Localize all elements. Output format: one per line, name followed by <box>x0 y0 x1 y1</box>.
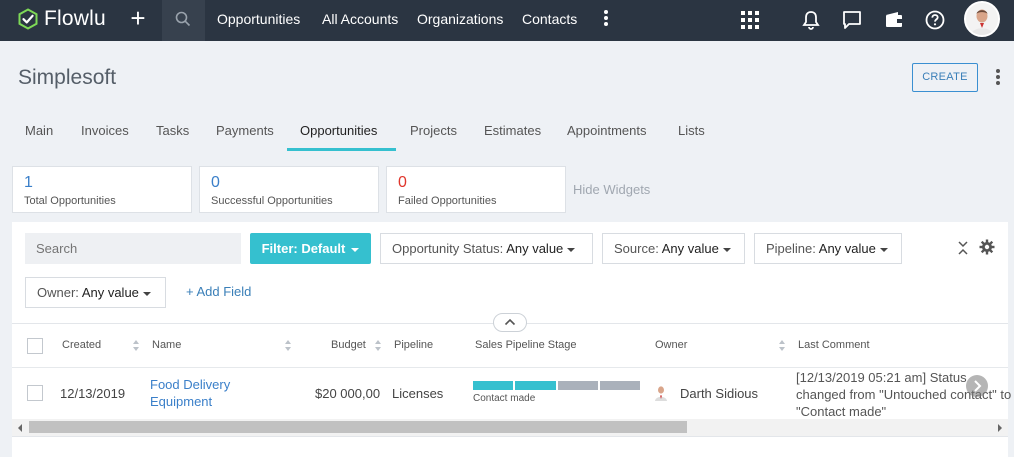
user-photo-icon <box>966 3 998 35</box>
tab-invoices[interactable]: Invoices <box>81 123 129 138</box>
more-vertical-icon[interactable] <box>600 10 612 30</box>
widget-failed-opportunities[interactable]: 0 Failed Opportunities <box>386 166 566 213</box>
chevron-up-icon <box>504 318 516 326</box>
column-header-name[interactable]: Name <box>152 339 181 351</box>
page-title: Simplesoft <box>18 66 117 89</box>
cell-created: 12/13/2019 <box>60 386 126 401</box>
active-tab-indicator <box>287 148 396 151</box>
scroll-right-button[interactable] <box>966 375 988 397</box>
column-header-last-comment[interactable]: Last Comment <box>798 339 870 351</box>
tab-projects[interactable]: Projects <box>410 123 457 138</box>
stage-segment <box>473 381 514 390</box>
plus-icon[interactable]: + <box>126 5 150 31</box>
filter-label: Filter: Default <box>261 241 346 256</box>
stage-label: Contact made <box>473 393 536 404</box>
collapse-filters-toggle[interactable] <box>493 313 527 332</box>
header-divider <box>12 367 1008 368</box>
gear-icon[interactable] <box>979 239 995 255</box>
help-icon[interactable] <box>924 9 946 31</box>
dropdown-value: Any value <box>81 285 139 300</box>
tab-tasks[interactable]: Tasks <box>156 123 189 138</box>
stage-segment <box>515 381 556 390</box>
pipeline-dropdown[interactable]: Pipeline: Any value <box>754 233 902 264</box>
sort-icon[interactable] <box>779 340 785 352</box>
chevron-down-icon <box>879 247 888 252</box>
chat-icon[interactable] <box>841 9 863 31</box>
sort-icon[interactable] <box>285 340 291 352</box>
table-bottom-border <box>12 436 1008 437</box>
chevron-right-icon <box>974 380 982 392</box>
owner-dropdown[interactable]: Owner: Any value <box>25 277 166 308</box>
nav-search-button[interactable] <box>162 0 205 41</box>
create-button[interactable]: CREATE <box>912 63 978 92</box>
stage-segment <box>599 381 640 390</box>
widget-value: 0 <box>398 174 407 191</box>
column-header-sales-pipeline-stage[interactable]: Sales Pipeline Stage <box>475 339 577 351</box>
apps-grid-icon[interactable] <box>739 9 761 31</box>
widget-label: Total Opportunities <box>24 195 116 207</box>
user-avatar[interactable] <box>964 1 1000 37</box>
widget-label: Successful Opportunities <box>211 195 333 207</box>
dropdown-label: Source: <box>614 241 659 256</box>
widget-value: 0 <box>211 174 220 191</box>
collapse-icon[interactable] <box>957 240 969 256</box>
tab-payments[interactable]: Payments <box>216 123 274 138</box>
tab-opportunities[interactable]: Opportunities <box>300 123 377 138</box>
widget-successful-opportunities[interactable]: 0 Successful Opportunities <box>199 166 379 213</box>
owner-avatar-icon <box>655 386 667 401</box>
dropdown-value: Any value <box>661 241 719 256</box>
nav-link-all-accounts[interactable]: All Accounts <box>322 11 398 27</box>
stage-segment <box>557 381 598 390</box>
bell-icon[interactable] <box>800 9 822 31</box>
flowlu-logo[interactable]: Flowlu <box>17 7 106 31</box>
filter-default-button[interactable]: Filter: Default <box>250 233 371 264</box>
sort-icon[interactable] <box>133 340 139 352</box>
chevron-down-icon <box>351 247 360 252</box>
cell-budget: $20 000,00 <box>315 386 381 401</box>
row-checkbox[interactable] <box>27 385 43 401</box>
nav-link-organizations[interactable]: Organizations <box>417 11 503 27</box>
nav-link-contacts[interactable]: Contacts <box>522 11 577 27</box>
opportunity-status-dropdown[interactable]: Opportunity Status: Any value <box>380 233 593 264</box>
scroll-right-arrow-icon[interactable] <box>998 424 1002 432</box>
dropdown-label: Pipeline: <box>766 241 816 256</box>
cell-pipeline: Licenses <box>392 386 444 401</box>
widget-label: Failed Opportunities <box>398 195 497 207</box>
hide-widgets-link[interactable]: Hide Widgets <box>573 182 650 197</box>
tab-appointments[interactable]: Appointments <box>567 123 647 138</box>
dropdown-label: Owner: <box>37 285 79 300</box>
chevron-down-icon <box>722 247 731 252</box>
header-more-icon[interactable] <box>994 69 1002 87</box>
column-header-created[interactable]: Created <box>62 339 101 351</box>
source-dropdown[interactable]: Source: Any value <box>602 233 745 264</box>
dropdown-value: Any value <box>506 241 564 256</box>
widget-total-opportunities[interactable]: 1 Total Opportunities <box>12 166 192 213</box>
widget-value: 1 <box>24 174 33 191</box>
pipeline-stage-progress[interactable] <box>473 381 640 390</box>
column-header-owner[interactable]: Owner <box>655 339 687 351</box>
scroll-left-arrow-icon[interactable] <box>18 424 22 432</box>
cell-owner: Darth Sidious <box>680 386 759 401</box>
tab-lists[interactable]: Lists <box>678 123 705 138</box>
search-input[interactable] <box>25 233 241 264</box>
column-header-budget[interactable]: Budget <box>331 339 366 351</box>
add-field-button[interactable]: + Add Field <box>186 284 251 299</box>
tab-main[interactable]: Main <box>25 123 53 138</box>
logo-icon <box>18 8 38 30</box>
wallet-icon[interactable] <box>883 9 905 31</box>
dropdown-value: Any value <box>818 241 876 256</box>
chevron-down-icon <box>567 247 576 252</box>
nav-link-opportunities[interactable]: Opportunities <box>217 11 300 27</box>
select-all-checkbox[interactable] <box>27 338 43 354</box>
opportunity-name-link[interactable]: Food Delivery Equipment <box>150 376 260 410</box>
search-icon <box>175 11 191 27</box>
dropdown-label: Opportunity Status: <box>392 241 504 256</box>
chevron-down-icon <box>142 291 151 296</box>
column-header-pipeline[interactable]: Pipeline <box>394 339 433 351</box>
tab-estimates[interactable]: Estimates <box>484 123 541 138</box>
app-name: Flowlu <box>44 7 106 30</box>
scrollbar-thumb[interactable] <box>29 421 687 433</box>
sort-icon[interactable] <box>375 340 381 352</box>
